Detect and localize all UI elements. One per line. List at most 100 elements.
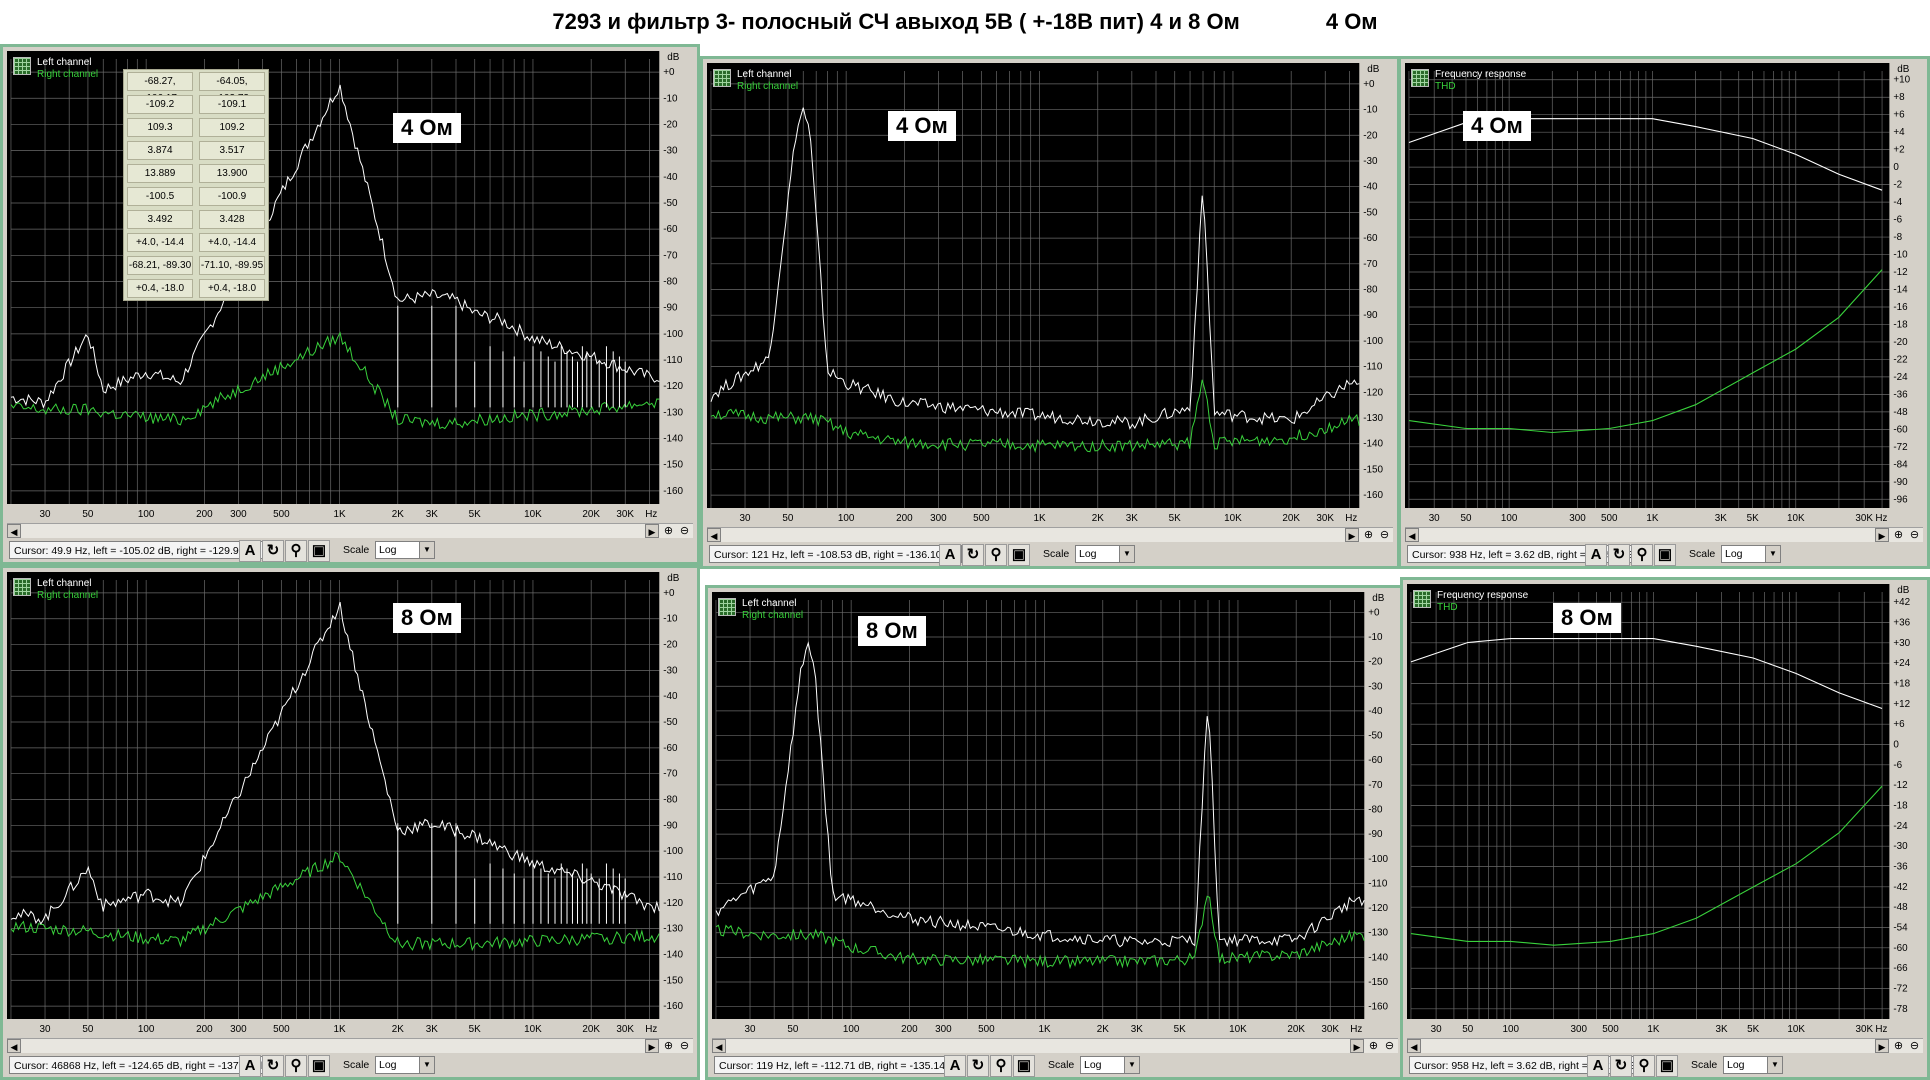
status-bar: Cursor: 958 Hz, left = 3.62 dB, right = … [1407,1053,1923,1077]
zoom-out-icon[interactable]: ⊖ [1377,528,1392,542]
y-tick-label: -42 [1893,882,1908,893]
arrow-right-icon[interactable]: ▶ [1345,528,1359,542]
save-icon[interactable]: ▣ [1008,544,1030,566]
arrow-right-icon[interactable]: ▶ [1350,1039,1364,1053]
refresh-icon[interactable]: ↻ [1608,544,1630,566]
zoom-in-icon[interactable]: ⊕ [661,1039,676,1053]
search-icon[interactable]: ⚲ [285,540,307,562]
search-icon[interactable]: ⚲ [1633,1055,1655,1077]
font-icon[interactable]: A [1585,544,1607,566]
font-icon[interactable]: A [239,540,261,562]
x-tick-label: 5K [1747,513,1759,524]
arrow-right-icon[interactable]: ▶ [645,1039,659,1053]
refresh-icon[interactable]: ↻ [967,1055,989,1077]
save-icon[interactable]: ▣ [1013,1055,1035,1077]
scale-select[interactable]: Log ▼ [1723,1056,1783,1074]
status-bar: Cursor: 49.9 Hz, left = -105.02 dB, righ… [7,538,693,562]
chevron-down-icon[interactable]: ▼ [1119,546,1134,562]
zoom-in-icon[interactable]: ⊕ [1366,1039,1381,1053]
horizontal-scrollbar[interactable]: ◀ ▶ ⊕ ⊖ [1407,1038,1923,1053]
arrow-right-icon[interactable]: ▶ [645,524,659,538]
font-icon[interactable]: A [1587,1055,1609,1077]
arrow-right-icon[interactable]: ▶ [1875,528,1889,542]
plot-area: +0 -10 -20 -30 -40 -50 -60 -70 -80 -90 -100 -110 -12… [707,63,1393,526]
y-tick-label: -60 [1893,943,1908,954]
zoom-out-icon[interactable]: ⊖ [1382,1039,1397,1053]
y-tick-label: -66 [1893,963,1908,974]
zoom-out-icon[interactable]: ⊖ [1907,528,1922,542]
zoom-out-icon[interactable]: ⊖ [1907,1039,1922,1053]
zoom-in-icon[interactable]: ⊕ [1891,528,1906,542]
save-icon[interactable]: ▣ [308,1055,330,1077]
y-tick-label: +6 [1893,719,1905,730]
legend-text: Left channel Right channel [737,69,798,93]
scale-label: Scale [1048,1059,1075,1071]
arrow-right-icon[interactable]: ▶ [1875,1039,1889,1053]
save-icon[interactable]: ▣ [1656,1055,1678,1077]
scale-select[interactable]: Log ▼ [1080,1056,1140,1074]
spectrum-plot[interactable]: +42 +36 +30 +24 +18 +12 +6 0 -6 -12 -18 -24 -30 -36 -4… [1407,584,1923,1037]
spectrum-plot[interactable]: +0 -10 -20 -30 -40 -50 -60 -70 -80 -90 -100 -110 -12… [7,572,693,1037]
chevron-down-icon[interactable]: ▼ [419,542,434,558]
scale-select[interactable]: Log ▼ [375,1056,435,1074]
y-tick-label: +12 [1893,699,1910,710]
arrow-left-icon[interactable]: ◀ [707,528,721,542]
refresh-icon[interactable]: ↻ [262,1055,284,1077]
y-tick-label: -70 [663,769,678,780]
horizontal-scrollbar[interactable]: ◀ ▶ ⊕ ⊖ [7,523,693,538]
refresh-icon[interactable]: ↻ [1610,1055,1632,1077]
load-label: 4 Ом [888,111,956,141]
chevron-down-icon[interactable]: ▼ [1124,1057,1139,1073]
arrow-left-icon[interactable]: ◀ [1407,1039,1421,1053]
scale-select[interactable]: Log ▼ [1075,545,1135,563]
zoom-out-icon[interactable]: ⊖ [677,1039,692,1053]
y-unit-label: dB [667,52,679,63]
font-icon[interactable]: A [939,544,961,566]
y-tick-label: -70 [1368,780,1383,791]
y-tick-label: +10 [1893,75,1910,86]
load-label: 8 Ом [1553,603,1621,633]
zoom-in-icon[interactable]: ⊕ [1361,528,1376,542]
scale-select[interactable]: Log ▼ [1721,545,1781,563]
y-tick-label: -78 [1893,1004,1908,1015]
arrow-left-icon[interactable]: ◀ [1405,528,1419,542]
x-tick-label: 30 [745,1024,756,1035]
zoom-in-icon[interactable]: ⊕ [1891,1039,1906,1053]
x-tick-label: 1K [334,509,346,520]
chevron-down-icon[interactable]: ▼ [1767,1057,1782,1073]
y-tick-label: -130 [663,924,683,935]
y-tick-label: +24 [1893,658,1910,669]
y-tick-label: -72 [1893,983,1908,994]
spectrum-plot[interactable]: +0 -10 -20 -30 -40 -50 -60 -70 -80 -90 -100 -110 -12… [712,592,1398,1037]
scale-select[interactable]: Log ▼ [375,541,435,559]
horizontal-scrollbar[interactable]: ◀ ▶ ⊕ ⊖ [712,1038,1398,1053]
refresh-icon[interactable]: ↻ [262,540,284,562]
font-icon[interactable]: A [239,1055,261,1077]
horizontal-scrollbar[interactable]: ◀ ▶ ⊕ ⊖ [7,1038,693,1053]
horizontal-scrollbar[interactable]: ◀ ▶ ⊕ ⊖ [1405,527,1923,542]
save-icon[interactable]: ▣ [308,540,330,562]
y-tick-label: -2 [1893,180,1902,191]
x-tick-label: 300 [935,1024,952,1035]
chevron-down-icon[interactable]: ▼ [1765,546,1780,562]
spectrum-plot[interactable]: +0 -10 -20 -30 -40 -50 -60 -70 -80 -90 -100 -110 -12… [707,63,1393,526]
arrow-left-icon[interactable]: ◀ [7,1039,21,1053]
arrow-left-icon[interactable]: ◀ [712,1039,726,1053]
search-icon[interactable]: ⚲ [990,1055,1012,1077]
y-tick-label: -22 [1893,354,1908,365]
zoom-out-icon[interactable]: ⊖ [677,524,692,538]
save-icon[interactable]: ▣ [1654,544,1676,566]
chevron-down-icon[interactable]: ▼ [419,1057,434,1073]
horizontal-scrollbar[interactable]: ◀ ▶ ⊕ ⊖ [707,527,1393,542]
y-tick-label: -40 [663,691,678,702]
spectrum-plot[interactable]: +0 -10 -20 -30 -40 -50 -60 -70 -80 -90 -100 -110 -12… [7,51,693,522]
refresh-icon[interactable]: ↻ [962,544,984,566]
zoom-in-icon[interactable]: ⊕ [661,524,676,538]
search-icon[interactable]: ⚲ [1631,544,1653,566]
arrow-left-icon[interactable]: ◀ [7,524,21,538]
search-icon[interactable]: ⚲ [285,1055,307,1077]
font-icon[interactable]: A [944,1055,966,1077]
search-icon[interactable]: ⚲ [985,544,1007,566]
table-cell: -109.1 [199,95,265,114]
y-tick-label: -10 [1363,105,1378,116]
